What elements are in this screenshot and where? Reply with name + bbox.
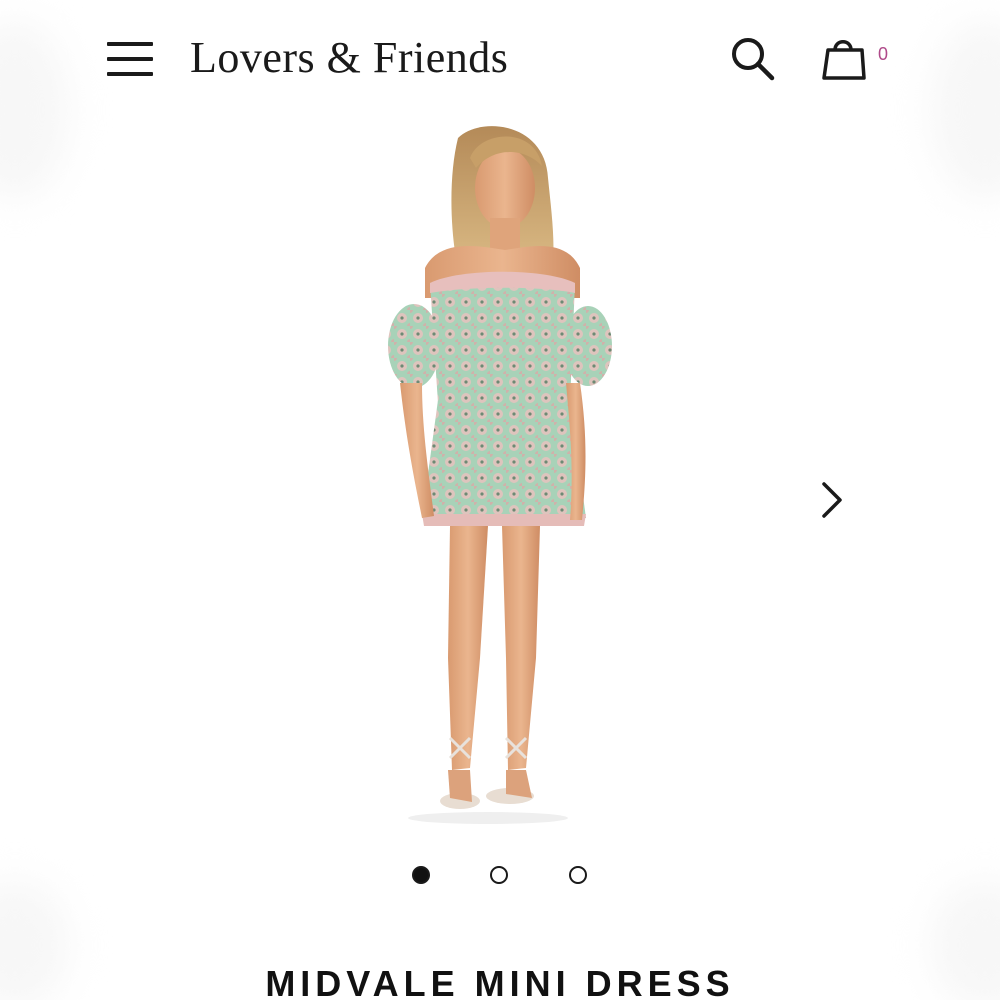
- product-image[interactable]: [330, 118, 650, 838]
- product-title: MIDVALE MINI DRESS: [265, 963, 735, 1000]
- cart-count-badge: 0: [878, 44, 889, 64]
- chevron-right-icon: [822, 482, 842, 518]
- shopping-bag-icon[interactable]: [820, 34, 872, 84]
- product-page: Lovers & Friends 0 MIDVALE MINI DRESS: [0, 0, 1000, 1000]
- menu-line: [107, 57, 153, 61]
- product-photo: [388, 126, 612, 824]
- search-icon[interactable]: [728, 34, 778, 84]
- carousel-dot-1[interactable]: [412, 866, 430, 884]
- next-image-button[interactable]: [812, 478, 852, 522]
- shopping-bag-icon-graphic: [822, 40, 866, 80]
- menu-line: [107, 42, 153, 46]
- brand-logo[interactable]: Lovers & Friends: [190, 32, 508, 84]
- hamburger-menu-icon[interactable]: [104, 40, 154, 80]
- site-header: Lovers & Friends 0: [0, 0, 1000, 120]
- search-icon-graphic: [732, 38, 775, 81]
- carousel-dot-3[interactable]: [569, 866, 587, 884]
- carousel-dots: [0, 866, 1000, 886]
- carousel-dot-2[interactable]: [490, 866, 508, 884]
- menu-line: [107, 72, 153, 76]
